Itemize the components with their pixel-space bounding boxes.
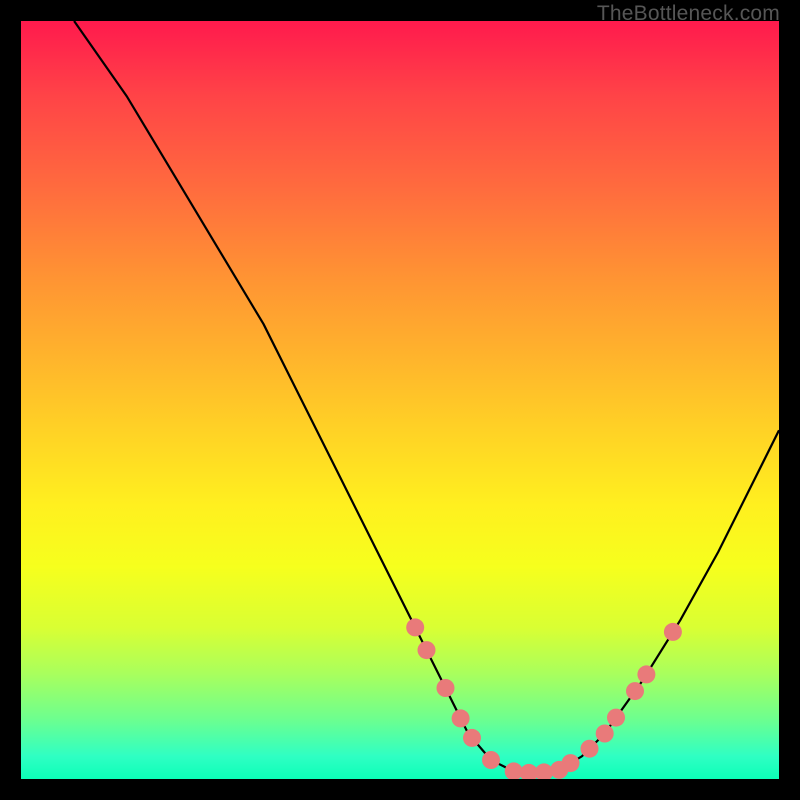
chart-plot-area xyxy=(21,21,779,779)
curve-marker xyxy=(437,679,455,697)
curve-marker xyxy=(418,641,436,659)
curve-marker xyxy=(406,618,424,636)
curve-marker xyxy=(596,725,614,743)
curve-marker xyxy=(452,709,470,727)
curve-marker xyxy=(637,665,655,683)
curve-marker xyxy=(482,751,500,769)
curve-marker xyxy=(581,740,599,758)
curve-marker xyxy=(664,623,682,641)
curve-marker xyxy=(463,729,481,747)
curve-marker xyxy=(607,709,625,727)
curve-line xyxy=(74,21,779,774)
bottleneck-curve-chart xyxy=(21,21,779,779)
curve-marker xyxy=(626,682,644,700)
curve-markers xyxy=(406,618,682,779)
curve-marker xyxy=(505,762,523,779)
curve-marker xyxy=(562,754,580,772)
